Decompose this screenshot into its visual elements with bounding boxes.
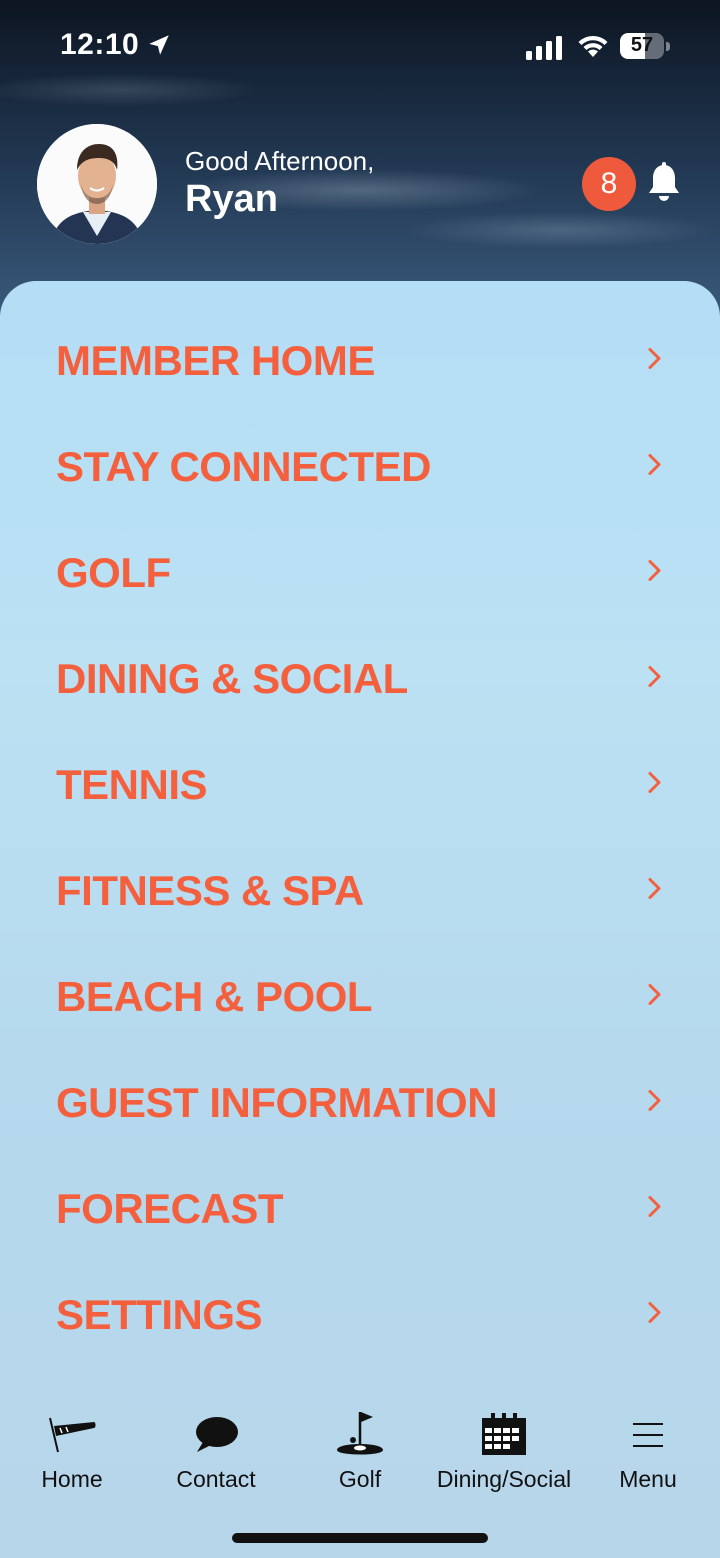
greeting-text: Good Afternoon, <box>185 146 375 176</box>
chevron-right-icon <box>646 982 664 1013</box>
notification-badge[interactable]: 8 <box>582 157 636 211</box>
menu-item-golf[interactable]: GOLF <box>0 520 720 626</box>
menu-item-label: GOLF <box>56 549 171 596</box>
menu-item-fitness-spa[interactable]: FITNESS & SPA <box>0 838 720 944</box>
chevron-right-icon <box>646 452 664 483</box>
menu-item-label: SETTINGS <box>56 1291 263 1338</box>
menu-item-label: STAY CONNECTED <box>56 443 431 490</box>
chevron-right-icon <box>646 346 664 377</box>
tab-label: Contact <box>176 1466 256 1492</box>
battery-indicator: 57 <box>620 33 664 59</box>
menu-item-beach-pool[interactable]: BEACH & POOL <box>0 944 720 1050</box>
tab-dining-social[interactable]: Dining/Social <box>432 1408 576 1498</box>
tab-label: Home <box>41 1466 103 1492</box>
menu-panel: MEMBER HOME STAY CONNECTED GOLF DINING &… <box>0 281 720 1558</box>
chevron-right-icon <box>646 1088 664 1119</box>
chevron-right-icon <box>646 770 664 801</box>
menu-item-forecast[interactable]: FORECAST <box>0 1156 720 1262</box>
menu-item-label: BEACH & POOL <box>56 973 373 1020</box>
menu-item-label: GUEST INFORMATION <box>56 1079 498 1126</box>
menu-item-settings[interactable]: SETTINGS <box>0 1262 720 1368</box>
chevron-right-icon <box>646 664 664 695</box>
bell-icon[interactable] <box>646 162 682 209</box>
menu-item-label: DINING & SOCIAL <box>56 655 408 702</box>
chevron-right-icon <box>646 1194 664 1225</box>
chat-bubble-icon <box>193 1414 239 1459</box>
menu-item-label: TENNIS <box>56 761 208 808</box>
profile-photo <box>37 124 157 244</box>
tab-menu[interactable]: Menu <box>576 1408 720 1498</box>
menu-item-label: FORECAST <box>56 1185 284 1232</box>
avatar[interactable] <box>37 124 157 244</box>
location-arrow-icon <box>146 32 172 63</box>
menu-item-label: MEMBER HOME <box>56 337 375 384</box>
tab-label: Golf <box>338 1466 382 1492</box>
cellular-signal-icon <box>526 36 564 65</box>
status-time: 12:10 <box>60 28 140 61</box>
tab-home[interactable]: Home <box>0 1408 144 1498</box>
wifi-icon <box>576 33 610 64</box>
tab-contact[interactable]: Contact <box>144 1408 288 1498</box>
tab-label: Dining/Social <box>436 1466 572 1492</box>
battery-nub <box>666 42 670 51</box>
menu-item-guest-information[interactable]: GUEST INFORMATION <box>0 1050 720 1156</box>
chevron-right-icon <box>646 1300 664 1331</box>
chevron-right-icon <box>646 876 664 907</box>
user-name: Ryan <box>185 178 278 220</box>
menu-item-stay-connected[interactable]: STAY CONNECTED <box>0 414 720 520</box>
windsock-icon <box>46 1414 98 1459</box>
menu-item-dining-social[interactable]: DINING & SOCIAL <box>0 626 720 732</box>
calendar-icon <box>481 1413 527 1461</box>
golf-flag-icon <box>335 1412 385 1463</box>
menu-item-label: FITNESS & SPA <box>56 867 364 914</box>
tab-golf[interactable]: Golf <box>288 1408 432 1498</box>
tab-label: Menu <box>619 1466 677 1492</box>
menu-item-tennis[interactable]: TENNIS <box>0 732 720 838</box>
home-indicator[interactable] <box>232 1533 488 1543</box>
menu-item-member-home[interactable]: MEMBER HOME <box>0 308 720 414</box>
chevron-right-icon <box>646 558 664 589</box>
hamburger-menu-icon <box>631 1414 665 1459</box>
battery-level: 57 <box>630 34 654 56</box>
